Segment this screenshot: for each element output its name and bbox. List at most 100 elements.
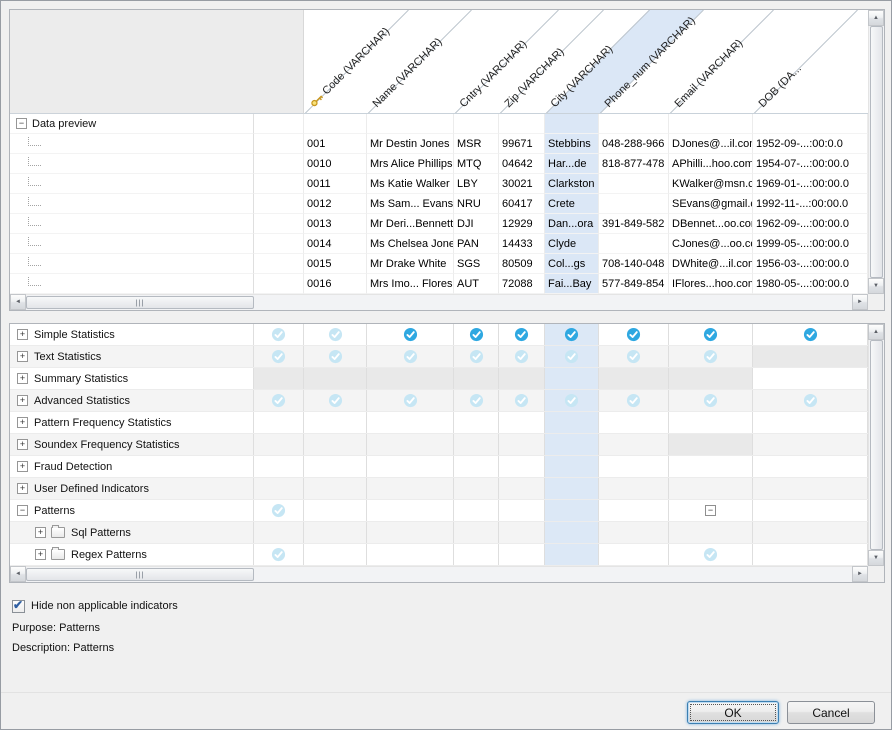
indicator-cell[interactable]	[304, 412, 367, 433]
indicator-cell[interactable]	[367, 522, 454, 543]
expand-icon[interactable]: +	[17, 417, 28, 428]
indicator-cell[interactable]	[454, 522, 499, 543]
indicator-cell[interactable]	[367, 500, 454, 521]
indicator-cell[interactable]	[753, 478, 868, 499]
hide-non-applicable-label[interactable]: Hide non applicable indicators	[31, 600, 178, 612]
indicator-cell[interactable]	[454, 544, 499, 565]
scroll-thumb[interactable]	[870, 340, 883, 550]
scroll-up-icon[interactable]: ▲	[868, 10, 884, 26]
expand-icon[interactable]: +	[35, 527, 46, 538]
indicator-horizontal-scrollbar[interactable]: ◄ ►	[10, 566, 868, 582]
check-icon[interactable]	[703, 349, 718, 364]
expand-icon[interactable]: +	[17, 461, 28, 472]
indicator-cell[interactable]	[753, 456, 868, 477]
indicator-cell[interactable]	[367, 390, 454, 411]
check-icon[interactable]	[271, 503, 286, 518]
indicator-cell[interactable]	[499, 390, 545, 411]
indicator-cell[interactable]	[499, 346, 545, 367]
indicator-cell[interactable]	[599, 522, 669, 543]
indicator-cell[interactable]	[499, 368, 545, 389]
check-icon[interactable]	[564, 349, 579, 364]
indicator-cell[interactable]	[254, 456, 304, 477]
partial-select-icon[interactable]: −	[705, 505, 716, 516]
indicator-cell[interactable]	[753, 522, 868, 543]
indicator-cell[interactable]	[669, 478, 753, 499]
indicator-cell[interactable]	[599, 390, 669, 411]
indicator-cell[interactable]	[499, 324, 545, 345]
check-icon[interactable]	[271, 547, 286, 562]
indicator-cell[interactable]	[454, 456, 499, 477]
check-icon[interactable]	[703, 393, 718, 408]
scroll-thumb[interactable]	[26, 296, 254, 309]
indicator-cell[interactable]	[304, 368, 367, 389]
indicator-cell[interactable]	[669, 456, 753, 477]
indicator-cell[interactable]	[454, 412, 499, 433]
indicator-cell[interactable]	[545, 544, 599, 565]
check-icon[interactable]	[514, 327, 529, 342]
indicator-cell[interactable]	[304, 544, 367, 565]
indicator-cell[interactable]	[753, 368, 868, 389]
indicator-cell[interactable]	[254, 500, 304, 521]
indicator-cell[interactable]	[669, 346, 753, 367]
indicator-cell[interactable]	[454, 346, 499, 367]
indicator-cell[interactable]	[304, 478, 367, 499]
indicator-cell[interactable]	[669, 522, 753, 543]
check-icon[interactable]	[514, 393, 529, 408]
check-icon[interactable]	[626, 349, 641, 364]
indicator-cell[interactable]	[304, 324, 367, 345]
check-icon[interactable]	[271, 349, 286, 364]
indicator-cell[interactable]	[367, 368, 454, 389]
indicator-cell[interactable]	[254, 412, 304, 433]
indicator-cell[interactable]	[669, 412, 753, 433]
scroll-down-icon[interactable]: ▼	[868, 278, 884, 294]
indicator-cell[interactable]	[669, 368, 753, 389]
check-icon[interactable]	[271, 393, 286, 408]
indicator-cell[interactable]	[254, 390, 304, 411]
indicator-cell[interactable]	[367, 346, 454, 367]
expand-icon[interactable]: +	[17, 351, 28, 362]
indicator-cell[interactable]	[454, 390, 499, 411]
preview-vertical-scrollbar[interactable]: ▲ ▼	[868, 10, 884, 294]
indicator-cell[interactable]	[304, 434, 367, 455]
cancel-button[interactable]: Cancel	[787, 701, 875, 724]
indicator-cell[interactable]	[545, 390, 599, 411]
indicator-cell[interactable]	[669, 544, 753, 565]
indicator-cell[interactable]	[669, 434, 753, 455]
indicator-cell[interactable]	[454, 324, 499, 345]
check-icon[interactable]	[469, 327, 484, 342]
scroll-left-icon[interactable]: ◄	[10, 566, 26, 582]
expand-icon[interactable]: +	[17, 439, 28, 450]
indicator-cell[interactable]	[669, 324, 753, 345]
scroll-thumb[interactable]	[26, 568, 254, 581]
indicator-cell[interactable]	[599, 434, 669, 455]
expand-icon[interactable]: +	[35, 549, 46, 560]
indicator-cell[interactable]	[599, 324, 669, 345]
indicator-cell[interactable]	[367, 478, 454, 499]
indicator-vertical-scrollbar[interactable]: ▲ ▼	[868, 324, 884, 566]
ok-button[interactable]: OK	[687, 701, 779, 724]
indicator-cell[interactable]	[753, 544, 868, 565]
check-icon[interactable]	[271, 327, 286, 342]
check-icon[interactable]	[403, 393, 418, 408]
indicator-cell[interactable]	[304, 500, 367, 521]
collapse-icon[interactable]: −	[16, 118, 27, 129]
indicator-cell[interactable]	[499, 544, 545, 565]
scroll-thumb[interactable]	[870, 26, 883, 278]
indicator-cell[interactable]	[545, 478, 599, 499]
indicator-cell[interactable]	[254, 478, 304, 499]
check-icon[interactable]	[626, 327, 641, 342]
check-icon[interactable]	[403, 349, 418, 364]
expand-icon[interactable]: +	[17, 373, 28, 384]
expand-icon[interactable]: +	[17, 483, 28, 494]
indicator-cell[interactable]	[669, 390, 753, 411]
check-icon[interactable]	[564, 327, 579, 342]
indicator-cell[interactable]	[254, 522, 304, 543]
indicator-cell[interactable]	[545, 324, 599, 345]
preview-horizontal-scrollbar[interactable]: ◄ ►	[10, 294, 868, 310]
check-icon[interactable]	[703, 327, 718, 342]
check-icon[interactable]	[803, 393, 818, 408]
scroll-right-icon[interactable]: ►	[852, 294, 868, 310]
check-icon[interactable]	[403, 327, 418, 342]
indicator-cell[interactable]: −	[669, 500, 753, 521]
indicator-cell[interactable]	[753, 390, 868, 411]
